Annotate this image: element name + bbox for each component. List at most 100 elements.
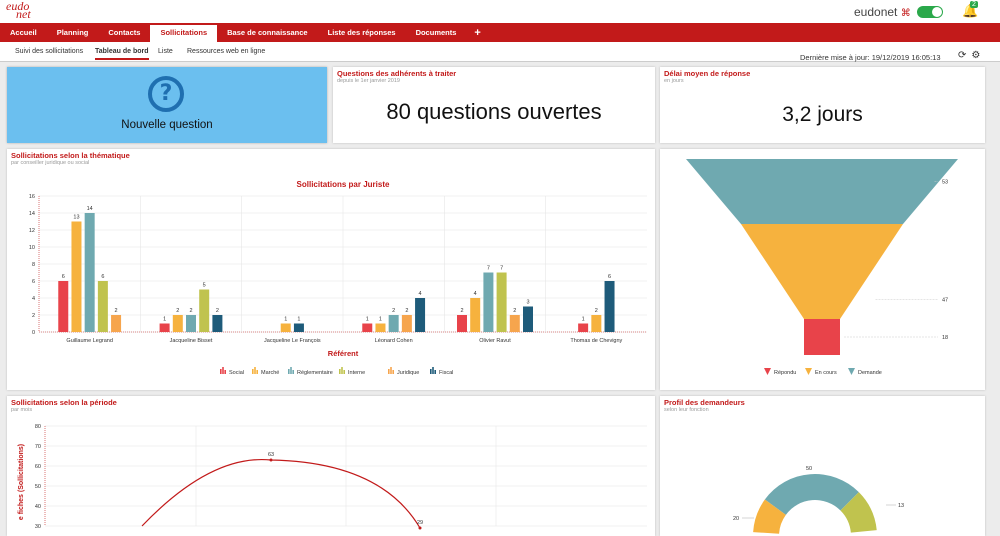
- new-question-tile[interactable]: ? Nouvelle question: [7, 67, 327, 143]
- legend-label: Juridique: [397, 370, 419, 376]
- pie-value-label: 50: [806, 466, 812, 472]
- y-tick-label: 8: [32, 262, 35, 268]
- bar-value-label: 2: [460, 308, 463, 314]
- pie-value-label: 20: [733, 516, 739, 522]
- tab-base-connaissance[interactable]: Base de connaissance: [217, 23, 317, 42]
- tab-planning[interactable]: Planning: [47, 23, 99, 42]
- last-update: Dernière mise à jour: 19/12/2019 16:05:1…: [800, 53, 941, 62]
- x-tick-label: Jacqueline Le François: [264, 338, 321, 344]
- tab-accueil[interactable]: Accueil: [0, 23, 47, 42]
- gear-icon[interactable]: ⚙: [971, 50, 980, 61]
- y-tick-label: 14: [29, 211, 35, 217]
- bar-value-label: 2: [189, 308, 192, 314]
- tab-liste-reponses[interactable]: Liste des réponses: [318, 23, 406, 42]
- legend-label: Fiscal: [439, 370, 453, 376]
- y-tick-label: 70: [35, 444, 41, 450]
- bar: [362, 323, 373, 332]
- bar-value-label: 1: [366, 317, 369, 323]
- delay-title: Délai moyen de réponse: [664, 69, 751, 78]
- eudonet-logo[interactable]: eudo net: [6, 0, 31, 20]
- bar: [84, 213, 95, 332]
- funnel-segment: [741, 224, 903, 319]
- legend-swatch: [224, 370, 226, 374]
- line-series: [141, 458, 421, 529]
- tab-documents[interactable]: Documents: [406, 23, 467, 42]
- legend-label: Social: [229, 370, 244, 376]
- delay-subtitle: en jours: [664, 78, 684, 84]
- bar-value-label: 4: [474, 291, 477, 297]
- legend-label: Marché: [261, 370, 279, 376]
- legend-swatch: [434, 370, 436, 374]
- line-value-label: 29: [417, 520, 423, 526]
- bar: [415, 298, 426, 332]
- legend-swatch: [388, 369, 390, 374]
- legend-swatch: [341, 367, 343, 374]
- bar-value-label: 1: [297, 317, 300, 323]
- subtab-ressources[interactable]: Ressources web en ligne: [187, 48, 265, 55]
- y-tick-label: 4: [32, 296, 35, 302]
- notification-badge: 2: [970, 1, 978, 8]
- legend-swatch: [220, 369, 222, 374]
- bar-value-label: 7: [487, 266, 490, 272]
- bar: [470, 298, 481, 332]
- pie-value-label: 13: [898, 503, 904, 509]
- y-tick-label: 50: [35, 484, 41, 490]
- bar-value-label: 13: [73, 215, 79, 221]
- mode-toggle[interactable]: [917, 6, 943, 18]
- bar: [483, 272, 494, 332]
- top-bar: eudo net eudonet ⌘ 🔔 2: [0, 0, 1000, 23]
- y-tick-label: 10: [29, 245, 35, 251]
- bar: [375, 323, 386, 332]
- bar: [578, 323, 589, 332]
- bar-value-label: 5: [203, 283, 206, 289]
- tab-contacts[interactable]: Contacts: [98, 23, 150, 42]
- question-icon: ?: [148, 76, 184, 112]
- x-tick-label: Thomas de Chevigny: [570, 338, 622, 344]
- bar: [186, 315, 196, 332]
- y-tick-label: 30: [35, 524, 41, 530]
- bar-value-label: 6: [62, 274, 65, 280]
- legend-swatch: [252, 369, 254, 374]
- legend-label: Interne: [348, 370, 365, 376]
- legend-swatch: [430, 369, 432, 374]
- delay-value: 3,2 jours: [782, 103, 863, 126]
- open-questions-tile: Questions des adhérents à traiter depuis…: [333, 67, 655, 143]
- y-axis-label: e fiches (Sollicitations): [18, 444, 25, 520]
- refresh-icon[interactable]: ⟳: [958, 50, 966, 61]
- bar: [496, 272, 507, 332]
- subtab-suivi[interactable]: Suivi des sollicitations: [15, 48, 83, 55]
- bar: [212, 315, 223, 332]
- legend-swatch: [805, 368, 812, 375]
- bar-value-label: 6: [101, 274, 104, 280]
- funnel-panel: 53 47 18 Répondu En cours Demande: [660, 149, 985, 390]
- subtab-tableau-de-bord[interactable]: Tableau de bord: [95, 48, 149, 60]
- bar-value-label: 2: [392, 308, 395, 314]
- bar: [523, 306, 533, 332]
- bar: [509, 315, 520, 332]
- line-chart: 30 40 50 60 70 80 e fiches (Sollicitations) 63 2…: [18, 424, 647, 530]
- funnel-chart: 53 47 18 Répondu En cours Demande: [686, 159, 958, 376]
- bar-value-label: 3: [526, 300, 529, 306]
- legend-swatch: [290, 367, 292, 374]
- bar-value-label: 1: [582, 317, 585, 323]
- y-tick-label: 16: [29, 194, 35, 200]
- bar-value-label: 1: [379, 317, 382, 323]
- legend-swatch: [254, 367, 256, 374]
- bar: [172, 315, 183, 332]
- legend-swatch: [256, 370, 258, 374]
- funnel-segment: [804, 319, 840, 355]
- bar-chart-title: Sollicitations par Juriste: [297, 180, 390, 189]
- x-axis-label: Référent: [328, 349, 359, 358]
- bar-value-label: 2: [115, 308, 118, 314]
- bar: [604, 281, 615, 332]
- bar-value-label: 2: [176, 308, 179, 314]
- bar-chart: Sollicitations par Juriste02468101214166…: [29, 180, 647, 376]
- open-questions-subtitle: depuis le 1er janvier 2019: [337, 78, 400, 84]
- bar: [71, 221, 82, 332]
- notification-bell-icon[interactable]: 🔔 2: [962, 1, 978, 19]
- legend-swatch: [390, 367, 392, 374]
- legend-swatch: [764, 368, 771, 375]
- subtab-liste[interactable]: Liste: [158, 48, 173, 55]
- add-tab-button[interactable]: +: [466, 27, 488, 39]
- x-tick-label: Léonard Cohen: [375, 338, 413, 344]
